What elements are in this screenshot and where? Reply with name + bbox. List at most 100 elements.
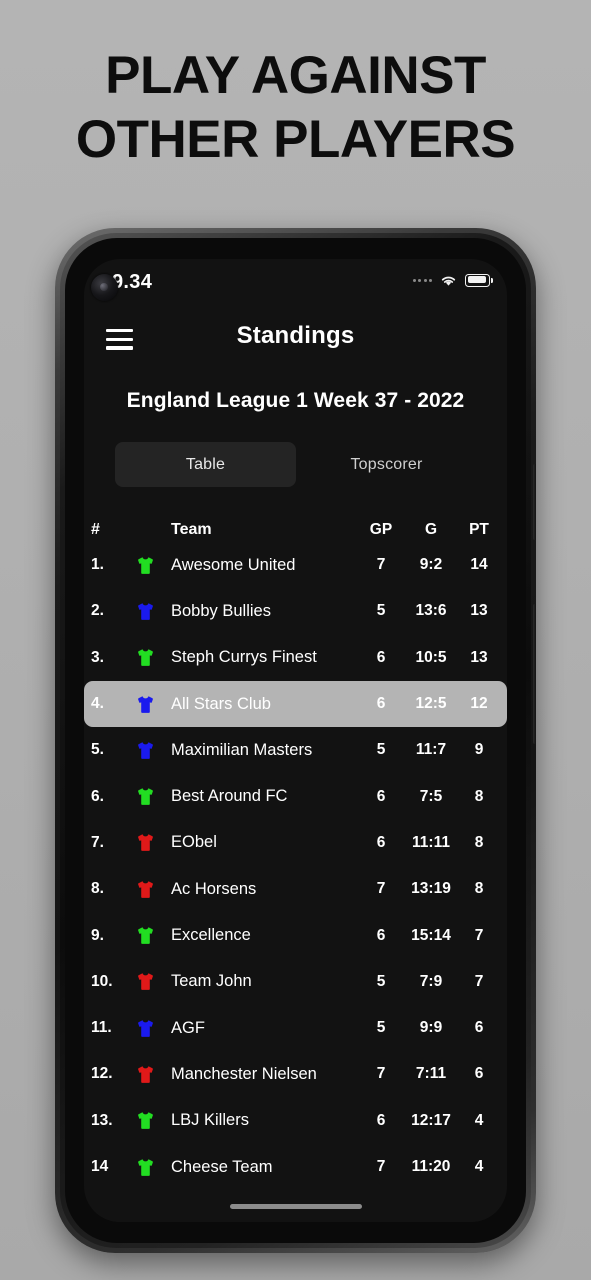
table-row[interactable]: 1. Awesome United 7 9:2 14 — [84, 542, 507, 588]
phone-volume-button[interactable] — [533, 464, 536, 540]
wifi-icon — [441, 276, 456, 286]
row-points: 7 — [474, 926, 484, 944]
jersey-green-icon — [137, 927, 153, 944]
page-title: Standings — [236, 322, 355, 349]
table-row[interactable]: 12. Manchester Nielsen 7 7:11 6 — [84, 1051, 507, 1097]
jersey-green-icon — [137, 556, 153, 574]
row-rank: 3. — [91, 648, 104, 666]
row-jersey — [130, 1064, 160, 1085]
row-jersey — [130, 786, 160, 807]
promo-headline-line1: PLAY AGAINST — [105, 46, 486, 105]
row-goals: 13:6 — [415, 602, 447, 620]
table-row[interactable]: 10. Team John 5 7:9 7 — [84, 959, 507, 1005]
column-header-g: G — [424, 521, 438, 539]
row-goals: 9:2 — [419, 556, 443, 574]
table-row[interactable]: 6. Best Around FC 6 7:5 8 — [84, 773, 507, 819]
row-points: 4 — [474, 1111, 484, 1129]
row-games-played: 7 — [376, 1065, 386, 1083]
row-team-name: All Stars Club — [171, 694, 271, 713]
row-team-name: Excellence — [171, 926, 251, 945]
row-points: 6 — [474, 1065, 484, 1083]
phone-screen: 9.34 Standings England League 1 Week 37 … — [84, 259, 507, 1222]
row-jersey — [130, 694, 160, 715]
row-points: 9 — [474, 741, 484, 759]
row-points: 13 — [470, 648, 488, 666]
row-points: 14 — [470, 556, 488, 574]
row-points: 13 — [470, 602, 488, 620]
status-bar-time: 9.34 — [112, 271, 153, 293]
column-header-gp: GP — [369, 521, 393, 539]
league-title: England League 1 Week 37 - 2022 — [126, 389, 465, 412]
app-bar: Standings — [84, 307, 507, 373]
row-jersey — [130, 925, 160, 946]
row-goals: 9:9 — [419, 1019, 443, 1037]
promo-headline-line2: OTHER PLAYERS — [75, 110, 516, 169]
promo-headline: PLAY AGAINST OTHER PLAYERS — [0, 44, 591, 172]
row-jersey — [130, 879, 160, 900]
row-games-played: 6 — [376, 1111, 386, 1129]
row-games-played: 7 — [376, 880, 386, 898]
row-games-played: 7 — [376, 1158, 386, 1175]
row-team-name: LBJ Killers — [171, 1111, 249, 1130]
row-rank: 11. — [91, 1019, 112, 1037]
row-team-name: Awesome United — [171, 555, 296, 574]
row-goals: 7:9 — [419, 972, 443, 990]
jersey-green-icon — [137, 788, 153, 805]
row-rank: 9. — [91, 926, 104, 944]
row-rank: 13. — [91, 1111, 113, 1129]
table-row[interactable]: 2. Bobby Bullies 5 13:6 13 — [84, 588, 507, 634]
row-jersey — [130, 601, 160, 622]
row-team-name: Steph Currys Finest — [171, 648, 317, 667]
table-row[interactable]: 11. AGF 5 9:9 6 — [84, 1005, 507, 1051]
phone-frame: 9.34 Standings England League 1 Week 37 … — [55, 228, 536, 1253]
jersey-green-icon — [137, 1112, 153, 1130]
row-jersey — [130, 740, 160, 761]
row-games-played: 6 — [376, 787, 386, 805]
tab-topscorer[interactable]: Topscorer — [296, 442, 477, 487]
jersey-red-icon — [137, 1066, 153, 1083]
row-goals: 10:5 — [415, 648, 447, 666]
row-team-name: Bobby Bullies — [171, 601, 271, 620]
row-team-name: Maximilian Masters — [171, 740, 313, 759]
row-games-played: 6 — [376, 648, 386, 666]
jersey-red-icon — [137, 880, 153, 898]
row-goals: 7:5 — [419, 787, 443, 805]
table-row[interactable]: 13. LBJ Killers 6 12:17 4 — [84, 1098, 507, 1144]
table-row[interactable]: 9. Excellence 6 15:14 7 — [84, 912, 507, 958]
table-row[interactable]: 4. All Stars Club 6 12:5 12 — [84, 680, 507, 728]
row-goals: 12:17 — [411, 1111, 451, 1129]
row-points: 8 — [474, 880, 484, 898]
status-bar: 9.34 — [84, 259, 507, 307]
tab-table[interactable]: Table — [115, 442, 296, 487]
row-jersey — [130, 1018, 160, 1039]
tab-bar: Table Topscorer — [115, 442, 477, 487]
signal-dots-icon — [412, 278, 432, 282]
row-jersey — [130, 1157, 160, 1178]
row-points: 8 — [474, 833, 484, 851]
jersey-blue-icon — [137, 1019, 153, 1037]
row-team-name: Team John — [171, 972, 252, 991]
row-jersey — [130, 1110, 160, 1131]
jersey-green-icon — [137, 649, 153, 667]
column-header-pt: PT — [469, 521, 489, 539]
row-rank: 6. — [91, 787, 104, 805]
row-team-name: EObel — [171, 833, 217, 852]
battery-full-icon — [465, 273, 493, 287]
row-points: 7 — [474, 972, 484, 990]
row-games-played: 7 — [376, 556, 386, 574]
table-row[interactable]: 8. Ac Horsens 7 13:19 8 — [84, 866, 507, 912]
phone-power-button[interactable] — [533, 604, 536, 744]
screenshot-root: PLAY AGAINST OTHER PLAYERS 9.34 Standing… — [0, 0, 591, 1280]
table-row[interactable]: 14 Cheese Team 7 11:20 4 — [84, 1144, 507, 1190]
table-row[interactable]: 3. Steph Currys Finest 6 10:5 13 — [84, 635, 507, 681]
jersey-blue-icon — [137, 603, 153, 620]
home-indicator[interactable] — [229, 1204, 362, 1209]
row-rank: 1. — [91, 556, 104, 574]
row-jersey — [130, 971, 160, 992]
table-row[interactable]: 5. Maximilian Masters 5 11:7 9 — [84, 727, 507, 773]
status-bar-icons — [412, 273, 493, 287]
row-points: 4 — [474, 1158, 484, 1175]
standings-table[interactable]: 1. Awesome United 7 9:2 14 2. Bobby Bullies 5 13… — [84, 542, 507, 1222]
table-row[interactable]: 7. EObel 6 11:11 8 — [84, 820, 507, 866]
row-team-name: Cheese Team — [171, 1157, 273, 1176]
